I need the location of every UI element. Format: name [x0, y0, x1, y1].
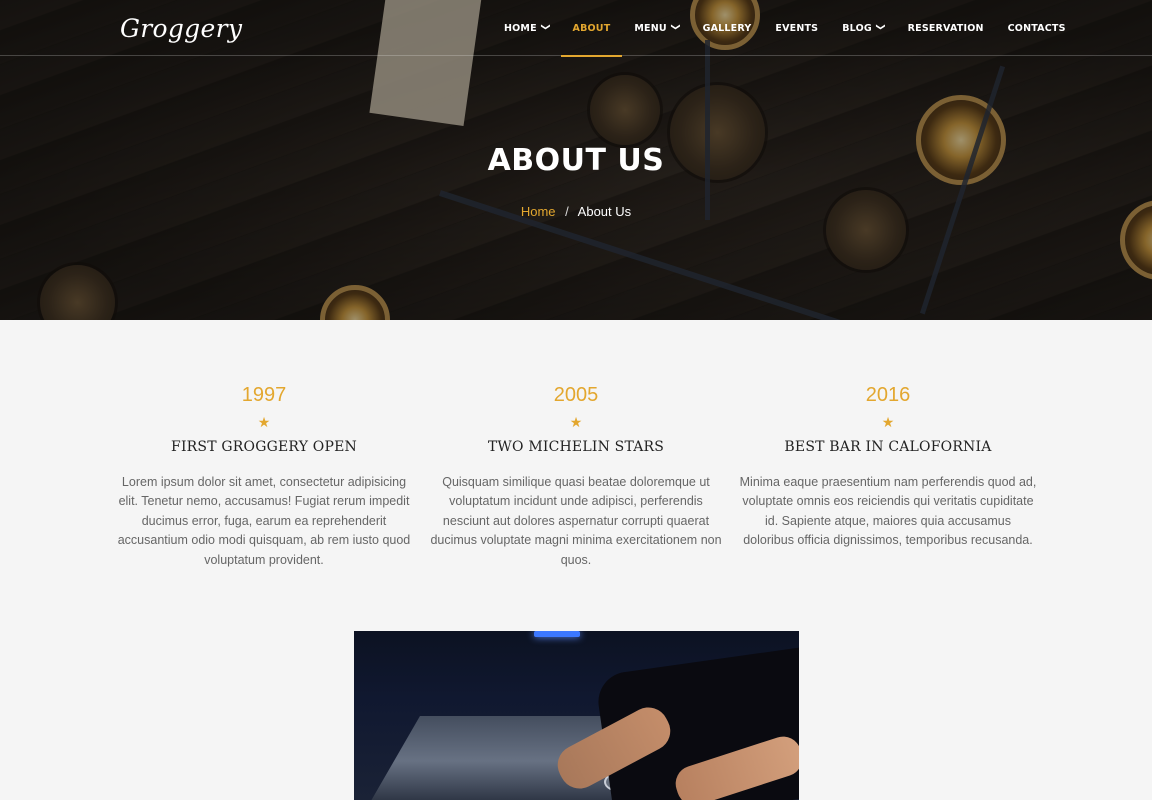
nav-menu[interactable]: MENU ❯: [622, 0, 690, 56]
chevron-down-icon: ❯: [874, 23, 885, 31]
nav-item-label: GALLERY: [702, 22, 752, 34]
nav-blog[interactable]: BLOG ❯: [830, 0, 895, 56]
main-menu: HOME ❯ ABOUT MENU ❯ GALLERY EVENTS BLOG …: [492, 0, 1078, 57]
timeline-year: 2005: [553, 384, 599, 406]
chevron-down-icon: ❯: [669, 23, 680, 31]
nav-item-label: CONTACTS: [1007, 22, 1066, 34]
nav-about[interactable]: ABOUT: [560, 0, 623, 57]
breadcrumb-separator: /: [565, 204, 569, 219]
star-icon: ★: [881, 414, 895, 430]
breadcrumb-current: About Us: [577, 204, 632, 219]
breadcrumb-home-link[interactable]: Home: [521, 204, 556, 219]
nav-home[interactable]: HOME ❯: [492, 0, 561, 56]
page-title: ABOUT US: [487, 143, 665, 178]
nav-reservation[interactable]: RESERVATION: [896, 0, 996, 56]
nav-item-label: ABOUT: [572, 22, 611, 34]
nav-item-label: MENU: [634, 22, 667, 34]
timeline-heading: BEST BAR IN CALOFORNIA: [784, 439, 992, 455]
star-icon: ★: [569, 414, 583, 430]
nav-item-label: RESERVATION: [907, 22, 984, 34]
kitchen-photo: [354, 631, 799, 800]
nav-events[interactable]: EVENTS: [763, 0, 830, 56]
timeline-year: 1997: [241, 384, 287, 406]
nav-gallery[interactable]: GALLERY: [691, 0, 764, 56]
photo-hood-light: [534, 631, 580, 637]
timeline-text: Minima eaque praesentium nam perferendis…: [739, 475, 1037, 548]
star-icon: ★: [257, 414, 271, 430]
breadcrumb: Home / About Us: [0, 204, 1152, 219]
timeline-item: 2005 ★ TWO MICHELIN STARS Quisquam simil…: [426, 384, 726, 570]
nav-contacts[interactable]: CONTACTS: [996, 0, 1078, 56]
nav-item-label: BLOG: [842, 22, 872, 34]
hero-banner: Groggery HOME ❯ ABOUT MENU ❯ GALLERY EVE…: [0, 0, 1152, 320]
nav-item-label: HOME: [504, 22, 537, 34]
timeline-item: 1997 ★ FIRST GROGGERY OPEN Lorem ipsum d…: [114, 384, 414, 570]
timeline-year: 2016: [865, 384, 911, 406]
timeline-heading: FIRST GROGGERY OPEN: [171, 439, 357, 455]
timeline-text: Quisquam similique quasi beatae doloremq…: [430, 475, 722, 567]
logo[interactable]: Groggery: [120, 14, 242, 43]
top-navbar: Groggery HOME ❯ ABOUT MENU ❯ GALLERY EVE…: [0, 0, 1152, 57]
chevron-down-icon: ❯: [539, 23, 550, 31]
timeline-text: Lorem ipsum dolor sit amet, consectetur …: [117, 475, 411, 567]
timeline-item: 2016 ★ BEST BAR IN CALOFORNIA Minima eaq…: [738, 384, 1038, 551]
nav-item-label: EVENTS: [775, 22, 819, 34]
timeline-heading: TWO MICHELIN STARS: [487, 439, 665, 455]
